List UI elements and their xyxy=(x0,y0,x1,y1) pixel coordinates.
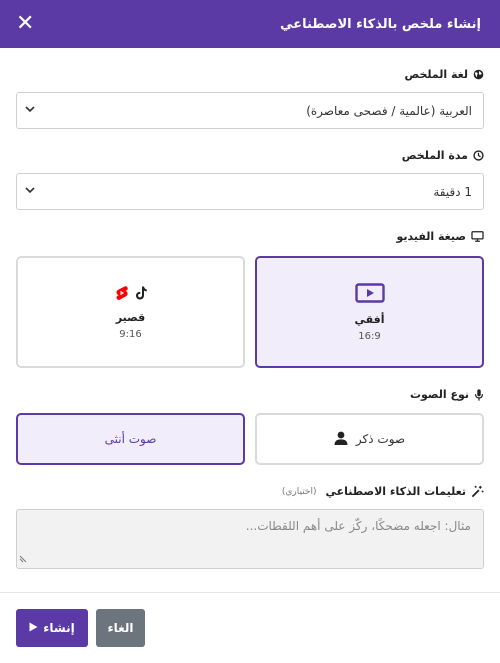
language-select-value: العربية (عالمية / فصحى معاصرة) xyxy=(306,103,472,118)
user-icon xyxy=(334,431,348,448)
microphone-icon xyxy=(474,388,484,401)
format-option-ratio: 9:16 xyxy=(119,328,142,340)
language-label: لغة الملخص xyxy=(16,68,484,81)
footer-divider xyxy=(0,592,500,593)
format-option-short[interactable]: قصير 9:16 xyxy=(16,256,245,368)
duration-select[interactable]: 1 دقيقة xyxy=(16,173,484,210)
tiktok-icon xyxy=(135,285,147,304)
create-button[interactable]: إنشاء xyxy=(16,609,88,647)
create-summary-modal: إنشاء ملخص بالذكاء الاصطناعي ✕ لغة الملخ… xyxy=(0,0,500,663)
voice-label: نوع الصوت xyxy=(16,388,484,401)
voice-options: صوت ذكر صوت أنثى xyxy=(16,413,484,465)
create-button-label: إنشاء xyxy=(43,621,75,635)
voice-option-female[interactable]: صوت أنثى xyxy=(16,413,245,465)
instructions-label-text: تعليمات الذكاء الاصطناعي xyxy=(325,485,466,498)
language-select[interactable]: العربية (عالمية / فصحى معاصرة) xyxy=(16,92,484,129)
format-option-horizontal[interactable]: أفقي 16:9 xyxy=(255,256,484,368)
format-option-name: قصير xyxy=(115,310,146,324)
youtube-shorts-icon xyxy=(115,285,129,305)
modal-title: إنشاء ملخص بالذكاء الاصطناعي xyxy=(280,16,481,32)
voice-label-text: نوع الصوت xyxy=(409,388,469,401)
close-button[interactable]: ✕ xyxy=(16,13,34,35)
duration-label: مدة الملخص xyxy=(16,149,484,162)
chevron-down-icon xyxy=(25,105,35,116)
instructions-placeholder: مثال: اجعله مضحكًا، ركّز على أهم اللقطات… xyxy=(245,519,471,533)
duration-select-value: 1 دقيقة xyxy=(433,184,472,199)
format-label-text: صيغة الفيديو xyxy=(396,230,466,243)
modal-footer: إنشاء الغاء xyxy=(16,609,145,647)
voice-male-label: صوت ذكر xyxy=(355,432,406,446)
chevron-down-icon xyxy=(25,186,35,197)
magic-wand-icon xyxy=(471,485,484,498)
clock-icon xyxy=(473,150,484,161)
video-play-icon xyxy=(354,282,385,307)
cancel-button[interactable]: الغاء xyxy=(96,609,145,647)
voice-option-male[interactable]: صوت ذكر xyxy=(255,413,484,465)
duration-label-text: مدة الملخص xyxy=(401,149,468,162)
play-icon xyxy=(29,621,38,635)
voice-female-label: صوت أنثى xyxy=(104,432,157,446)
instructions-label: تعليمات الذكاء الاصطناعي (اختياري) xyxy=(16,485,484,498)
modal-header: إنشاء ملخص بالذكاء الاصطناعي ✕ xyxy=(0,0,500,48)
short-platform-icons xyxy=(115,285,147,305)
instructions-textarea[interactable]: مثال: اجعله مضحكًا، ركّز على أهم اللقطات… xyxy=(16,509,484,569)
format-option-ratio: 16:9 xyxy=(358,330,381,342)
optional-hint: (اختياري) xyxy=(281,486,317,497)
globe-icon xyxy=(473,69,484,80)
language-label-text: لغة الملخص xyxy=(404,68,468,81)
resize-grip-icon[interactable] xyxy=(19,552,28,566)
modal-body: لغة الملخص العربية (عالمية / فصحى معاصرة… xyxy=(0,68,500,569)
format-label: صيغة الفيديو xyxy=(16,230,484,243)
cancel-button-label: الغاء xyxy=(107,621,134,635)
format-option-name: أفقي xyxy=(354,312,385,326)
format-options: أفقي 16:9 قصير 9:16 xyxy=(16,256,484,368)
monitor-icon xyxy=(471,231,484,242)
